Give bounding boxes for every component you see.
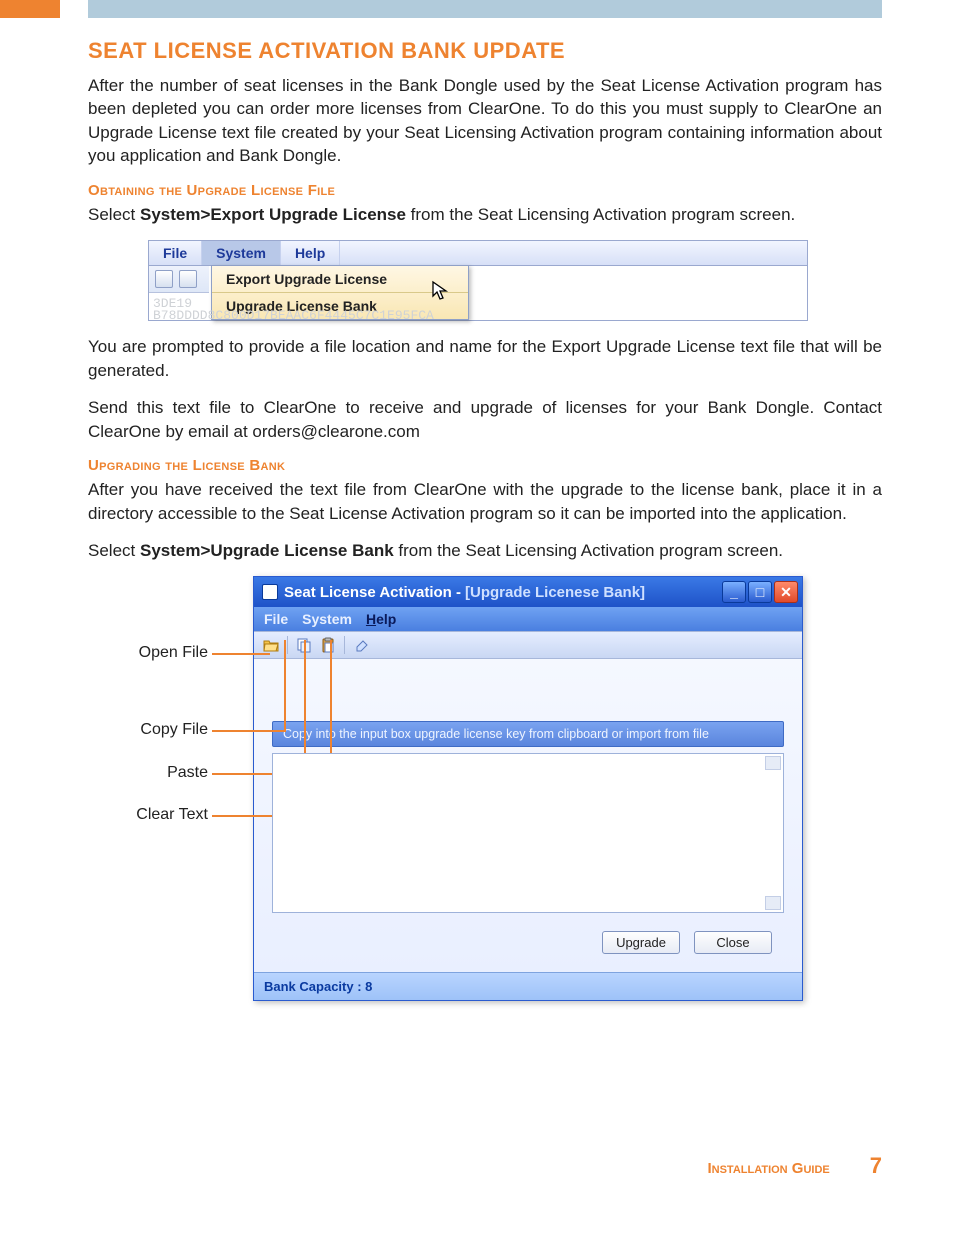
close-dialog-button[interactable]: Close <box>694 931 772 954</box>
scroll-down-icon[interactable] <box>765 896 781 910</box>
window-subtitle: [Upgrade Licenese Bank] <box>465 584 645 601</box>
close-icon: ✕ <box>780 584 792 601</box>
send-paragraph: Send this text file to ClearOne to recei… <box>88 396 882 443</box>
menu-system[interactable]: System <box>202 241 281 265</box>
txt: Select <box>88 541 140 560</box>
after-receive-paragraph: After you have received the text file fr… <box>88 478 882 525</box>
upgrade-button[interactable]: Upgrade <box>602 931 680 954</box>
maximize-button[interactable]: □ <box>748 581 772 603</box>
callout-paste: Paste <box>108 764 208 782</box>
screenshot-menu-dropdown: File System Help Export Upgrade License … <box>148 240 808 321</box>
footer-guide-label: Installation Guide <box>707 1160 829 1177</box>
win-menu-system[interactable]: System <box>302 611 352 627</box>
subheading-upgrading: Upgrading the License Bank <box>88 457 882 474</box>
upgrade-license-bank-window: Seat License Activation - [Upgrade Licen… <box>253 576 803 1001</box>
win-menu-file[interactable]: File <box>264 611 288 627</box>
menu-path-text: System>Export Upgrade License <box>140 205 406 224</box>
page-footer: Installation Guide 7 <box>707 1153 882 1179</box>
footer-page-number: 7 <box>870 1153 882 1179</box>
menu-file[interactable]: File <box>149 241 202 265</box>
select-export-paragraph: Select System>Export Upgrade License fro… <box>88 203 882 226</box>
txt: from the Seat Licensing Activation progr… <box>406 205 795 224</box>
leader-line <box>212 730 286 732</box>
eraser-icon <box>353 638 369 652</box>
toolbar-separator <box>287 636 288 654</box>
select-upgrade-paragraph: Select System>Upgrade License Bank from … <box>88 539 882 562</box>
subheading-obtaining: Obtaining the Upgrade License File <box>88 182 882 199</box>
toolbar-icon[interactable] <box>179 270 197 288</box>
titlebar: Seat License Activation - [Upgrade Licen… <box>254 577 802 607</box>
status-bar: Bank Capacity : 8 <box>254 972 802 1000</box>
callout-open-file: Open File <box>108 644 208 662</box>
menubar: File System Help <box>149 241 807 266</box>
txt: from the Seat Licensing Activation progr… <box>394 541 783 560</box>
open-file-button[interactable] <box>260 635 282 655</box>
band-blue <box>88 0 882 18</box>
menu-help[interactable]: Help <box>281 241 340 265</box>
close-button[interactable]: ✕ <box>774 581 798 603</box>
minimize-button[interactable]: _ <box>722 581 746 603</box>
app-icon <box>262 584 278 600</box>
instruction-bar: Copy into the input box upgrade license … <box>272 721 784 747</box>
screenshot-upgrade-window-wrap: Open File Copy File Paste Clear Text Sea… <box>88 576 882 1001</box>
clear-text-button[interactable] <box>350 635 372 655</box>
menu-path-text: System>Upgrade License Bank <box>140 541 394 560</box>
page-title: SEAT LICENSE ACTIVATION BANK UPDATE <box>88 38 882 64</box>
window-title: Seat License Activation - <box>284 584 461 601</box>
leader-line <box>284 640 286 732</box>
band-gap <box>60 0 88 18</box>
window-menubar: File System Help <box>254 607 802 631</box>
minimize-icon: _ <box>730 584 738 600</box>
maximize-icon: □ <box>756 584 764 600</box>
callout-clear-text: Clear Text <box>108 806 208 824</box>
callout-copy-file: Copy File <box>108 721 208 739</box>
prompt-paragraph: You are prompted to provide a file locat… <box>88 335 882 382</box>
intro-paragraph: After the number of seat licenses in the… <box>88 74 882 168</box>
band-orange <box>0 0 60 18</box>
header-bands <box>0 0 954 18</box>
cursor-icon <box>431 280 451 302</box>
paste-icon <box>320 637 336 653</box>
folder-open-icon <box>263 638 279 652</box>
leader-line <box>212 653 270 655</box>
license-key-textarea[interactable] <box>272 753 784 913</box>
scroll-up-icon[interactable] <box>765 756 781 770</box>
paste-button[interactable] <box>317 635 339 655</box>
win-menu-help[interactable]: Help <box>366 611 396 627</box>
txt: Select <box>88 205 140 224</box>
window-toolbar <box>254 631 802 659</box>
menu-item-export-upgrade-license[interactable]: Export Upgrade License <box>212 266 468 293</box>
toolbar-icon[interactable] <box>155 270 173 288</box>
window-client-area: Copy into the input box upgrade license … <box>254 659 802 972</box>
hex-text: B78DDDD8C800D17BEAAC6F4445C7C1E95FCA <box>153 308 434 323</box>
toolbar-separator <box>344 636 345 654</box>
